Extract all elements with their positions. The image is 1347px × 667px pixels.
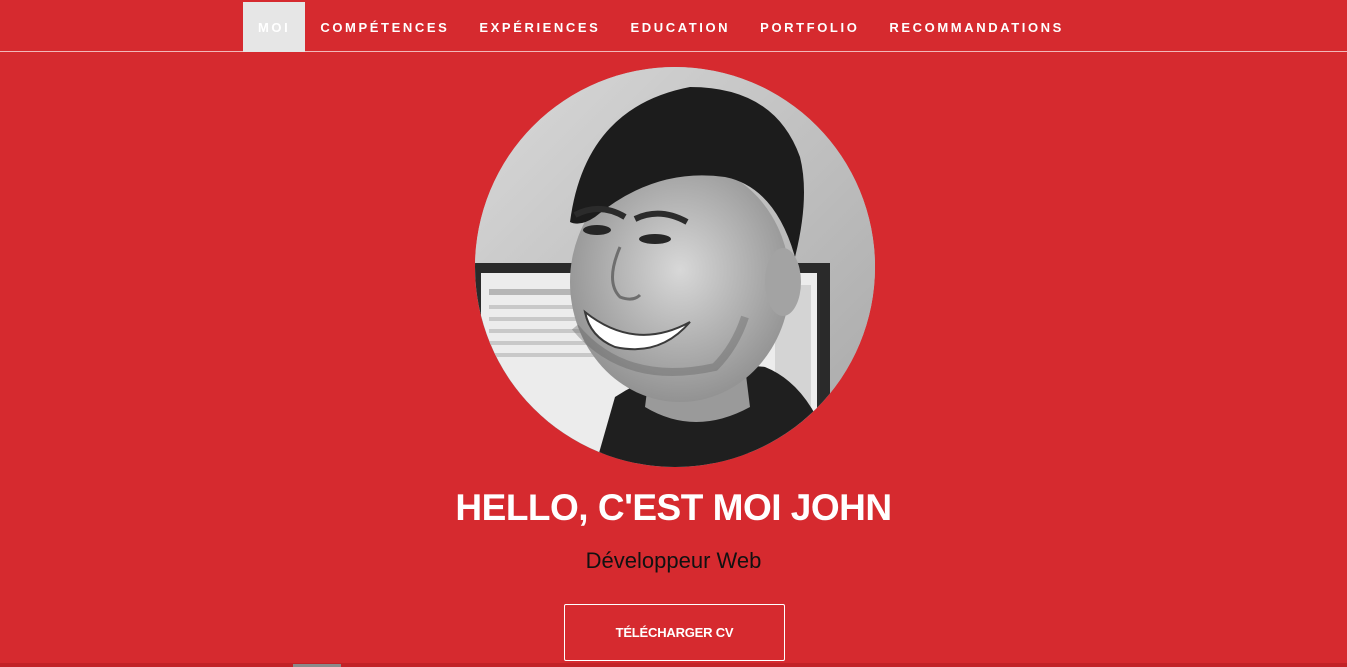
nav-list: MOI COMPÉTENCES EXPÉRIENCES EDUCATION PO… — [243, 2, 1079, 52]
hero-subtitle: Développeur Web — [585, 548, 762, 573]
nav-item-education[interactable]: EDUCATION — [615, 2, 745, 52]
nav-item-portfolio[interactable]: PORTFOLIO — [745, 2, 874, 52]
bottom-divider — [0, 663, 1347, 667]
main-navigation: MOI COMPÉTENCES EXPÉRIENCES EDUCATION PO… — [0, 0, 1347, 52]
nav-item-experiences[interactable]: EXPÉRIENCES — [464, 2, 615, 52]
hero-headline: HELLO, C'EST MOI JOHN — [455, 487, 892, 528]
nav-item-competences[interactable]: COMPÉTENCES — [305, 2, 464, 52]
nav-item-recommandations[interactable]: RECOMMANDATIONS — [874, 2, 1079, 52]
profile-avatar — [475, 67, 875, 467]
download-cv-button[interactable]: TÉLÉCHARGER CV — [564, 604, 785, 661]
nav-item-moi[interactable]: MOI — [243, 2, 306, 52]
profile-photo-icon — [475, 67, 875, 467]
